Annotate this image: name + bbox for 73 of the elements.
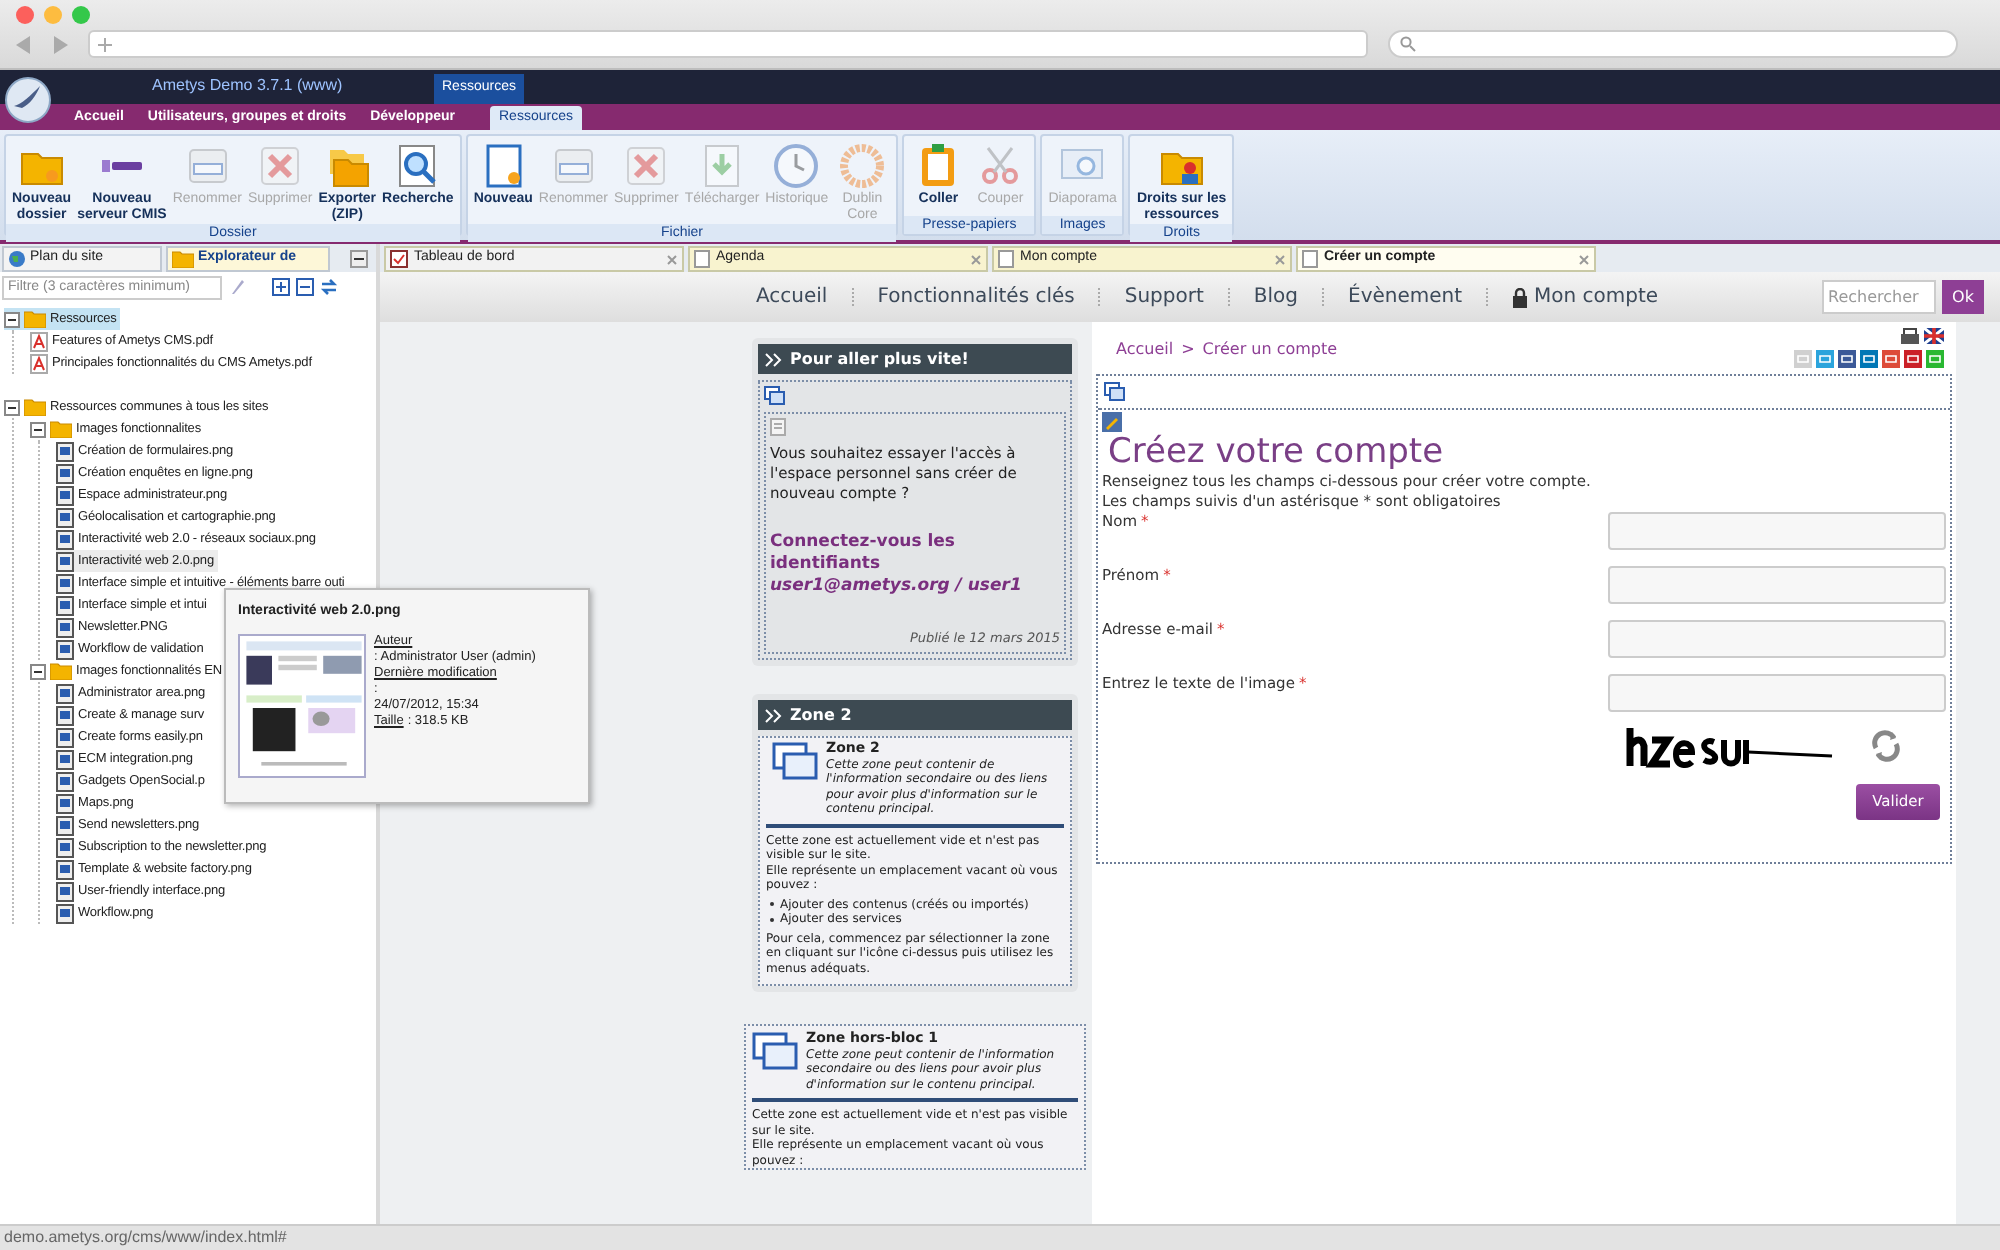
ring-icon bbox=[838, 142, 887, 190]
edit-content-icon[interactable] bbox=[1102, 412, 1122, 432]
email-icon[interactable] bbox=[1794, 350, 1812, 368]
collapse-icon[interactable] bbox=[30, 663, 46, 679]
status-url: demo.ametys.org/cms/www/index.html# bbox=[4, 1226, 287, 1250]
input-field[interactable] bbox=[1608, 566, 1946, 604]
delete-icon bbox=[256, 142, 305, 190]
chevrons-icon bbox=[764, 351, 784, 367]
breadcrumb-separator: > bbox=[1181, 338, 1195, 362]
nav-link[interactable]: Support bbox=[1124, 282, 1204, 312]
collapse-icon[interactable] bbox=[30, 421, 46, 437]
close-window-button[interactable] bbox=[16, 6, 34, 24]
print-icon[interactable] bbox=[1900, 328, 1920, 346]
pdf-icon bbox=[30, 331, 48, 351]
form-title: Créez votre compte bbox=[1108, 432, 1446, 472]
minimize-window-button[interactable] bbox=[44, 6, 62, 24]
zoom-window-button[interactable] bbox=[72, 6, 90, 24]
nav-link[interactable]: Mon compte bbox=[1512, 282, 1659, 312]
lock-icon bbox=[1512, 287, 1529, 307]
collapse-icon[interactable] bbox=[4, 399, 20, 415]
box-title: Zone 2 bbox=[790, 703, 852, 727]
folder-icon bbox=[24, 310, 46, 328]
nav-link[interactable]: Blog bbox=[1253, 282, 1298, 312]
server-icon bbox=[101, 160, 142, 172]
windows-icon[interactable] bbox=[1104, 382, 1126, 402]
page-icon bbox=[998, 250, 1014, 268]
box-title: Pour aller plus vite! bbox=[790, 347, 969, 371]
refresh-icon[interactable] bbox=[320, 278, 338, 296]
search-icon bbox=[1400, 36, 1416, 52]
site-search-field[interactable]: Rechercher bbox=[1822, 280, 1936, 314]
windows-icon bbox=[752, 1032, 800, 1072]
input-field[interactable] bbox=[1608, 674, 1946, 712]
nav-link[interactable]: Fonctionnalités clés bbox=[877, 282, 1075, 312]
window-title: Ametys Demo 3.7.1 (www) bbox=[152, 74, 345, 98]
search-button[interactable]: Ok bbox=[1942, 280, 1984, 314]
breadcrumb-link[interactable]: Créer un compte bbox=[1202, 338, 1338, 362]
windows-icon bbox=[772, 742, 820, 782]
plus-icon bbox=[98, 37, 112, 51]
flag-icon[interactable] bbox=[1924, 328, 1944, 344]
clock-icon bbox=[772, 142, 821, 190]
close-icon[interactable] bbox=[1274, 253, 1286, 265]
search-field[interactable] bbox=[1388, 30, 1958, 58]
page-icon bbox=[694, 250, 710, 268]
back-icon[interactable] bbox=[16, 35, 32, 53]
folder-icon bbox=[50, 420, 72, 438]
chevrons-icon bbox=[764, 707, 784, 723]
close-icon[interactable] bbox=[666, 253, 678, 265]
credentials-text: user1@ametys.org / user1 bbox=[770, 576, 1024, 598]
app-logo[interactable] bbox=[4, 76, 52, 124]
expand-all-icon[interactable] bbox=[272, 278, 290, 296]
pdf-icon bbox=[30, 353, 48, 373]
close-icon[interactable] bbox=[1578, 253, 1590, 265]
nav-link[interactable]: Évènement bbox=[1348, 282, 1463, 312]
close-icon[interactable] bbox=[970, 253, 982, 265]
collapse-icon[interactable] bbox=[4, 311, 20, 327]
refresh-icon[interactable] bbox=[1870, 730, 1902, 762]
checklist-icon bbox=[390, 250, 408, 268]
globe-icon bbox=[8, 250, 26, 268]
nav-link[interactable]: Accueil bbox=[756, 282, 828, 312]
note-icon bbox=[770, 418, 786, 436]
input-field[interactable] bbox=[1608, 620, 1946, 658]
folder-icon bbox=[50, 662, 72, 680]
input-field[interactable] bbox=[1608, 512, 1946, 550]
delete-icon bbox=[622, 142, 671, 190]
collapse-all-icon[interactable] bbox=[296, 278, 314, 296]
page-icon bbox=[1302, 250, 1318, 268]
folder-icon bbox=[24, 398, 46, 416]
forward-icon[interactable] bbox=[52, 35, 68, 53]
folder-icon bbox=[172, 250, 194, 268]
windows-icon[interactable] bbox=[764, 386, 786, 406]
panel-menu-icon[interactable] bbox=[350, 250, 368, 268]
address-bar[interactable] bbox=[88, 30, 1368, 58]
breadcrumb-link[interactable]: Accueil bbox=[1116, 338, 1174, 362]
